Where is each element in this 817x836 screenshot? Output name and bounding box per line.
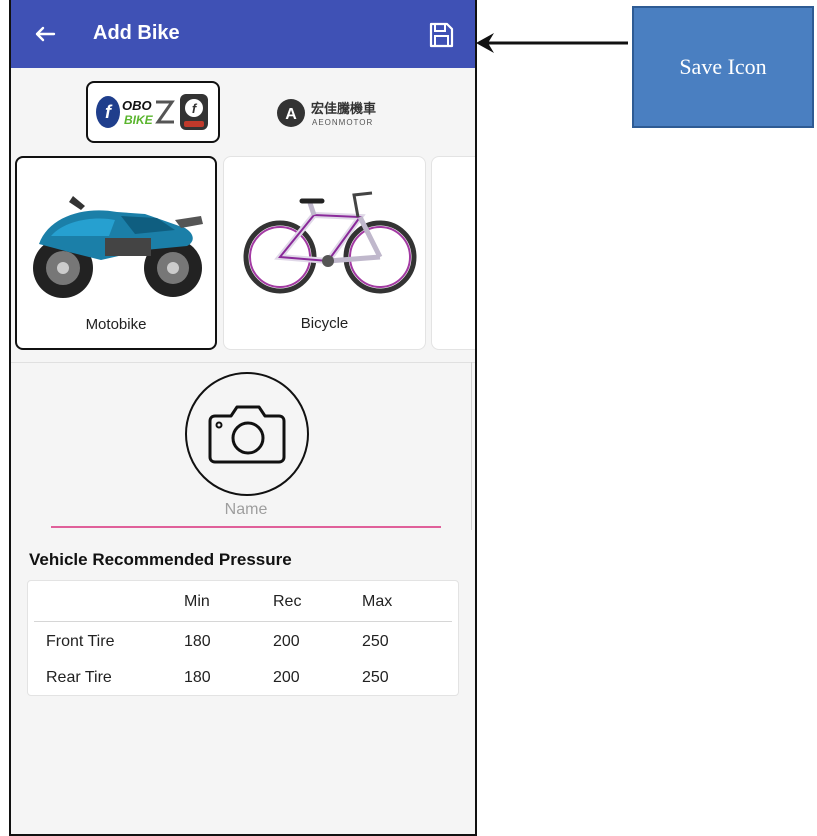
vehicle-type-carousel[interactable]: Motobike Bicycle (11, 156, 475, 352)
table-header-row: Min Rec Max (28, 593, 458, 617)
page-title: Add Bike (93, 22, 180, 44)
vehicle-label-bicycle: Bicycle (300, 315, 349, 332)
aeonmotor-logo-icon: A 宏佳騰機車 AEONMOTOR (277, 99, 376, 127)
vehicle-card-motobike[interactable]: Motobike (15, 156, 217, 350)
floppy-disk-icon[interactable] (426, 20, 456, 50)
vehicle-card-bicycle[interactable]: Bicycle (223, 156, 426, 350)
svg-text:OBO: OBO (122, 98, 152, 113)
app-bar: Add Bike (11, 0, 475, 68)
pressure-section-title: Vehicle Recommended Pressure (29, 550, 292, 569)
table-row: Front Tire 180 200 250 (28, 633, 458, 657)
cell-min: 180 (184, 669, 211, 686)
brand-fobo-bike2[interactable]: f OBO BIKE f (86, 81, 220, 143)
table-row: Rear Tire 180 200 250 (28, 669, 458, 693)
header-cell-min: Min (184, 593, 210, 610)
annotation-arrow-icon (476, 33, 628, 53)
arrow-left-icon[interactable] (29, 18, 61, 50)
photo-picker-button[interactable] (185, 372, 309, 496)
fobo-logo-icon: f OBO BIKE f (96, 94, 208, 130)
header-cell-max: Max (362, 593, 393, 610)
brand-aeonmotor[interactable]: A 宏佳騰機車 AEONMOTOR (270, 86, 410, 140)
vehicle-label-motobike: Motobike (85, 316, 147, 333)
svg-text:宏佳騰機車: 宏佳騰機車 (311, 101, 376, 117)
brand-selector: f OBO BIKE f A 宏佳騰機車 AEONMOTOR (11, 68, 475, 156)
header-cell-rec: Rec (273, 593, 302, 610)
table-header-divider (34, 621, 452, 622)
svg-text:BIKE: BIKE (124, 113, 154, 127)
camera-icon (208, 405, 286, 464)
annotation-callout: Save Icon (632, 6, 814, 128)
svg-text:AEONMOTOR: AEONMOTOR (312, 118, 373, 127)
cell-max: 250 (362, 669, 389, 686)
scroll-edge (471, 362, 472, 530)
cell-rec: 200 (273, 633, 300, 650)
pressure-table: Min Rec Max Front Tire 180 200 250 Rear … (27, 580, 459, 696)
row-label: Rear Tire (46, 669, 112, 686)
phone-screen: Add Bike f OBO BIKE f A 宏佳騰機車 AEONMOTOR … (9, 0, 477, 836)
section-divider (11, 362, 475, 363)
cell-rec: 200 (273, 669, 300, 686)
row-label: Front Tire (46, 633, 115, 650)
motorcycle-icon (33, 196, 203, 298)
cell-max: 250 (362, 633, 389, 650)
annotation-label: Save Icon (679, 54, 767, 79)
svg-text:A: A (285, 106, 297, 123)
vehicle-card-partial[interactable] (431, 156, 475, 350)
bicycle-icon (243, 191, 417, 294)
name-input[interactable] (51, 494, 441, 528)
cell-min: 180 (184, 633, 211, 650)
